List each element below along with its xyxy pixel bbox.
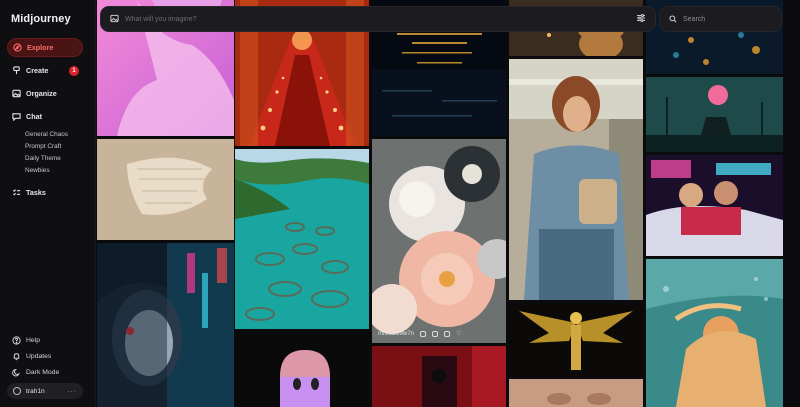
settings-sliders-icon[interactable] bbox=[636, 10, 646, 28]
sidebar: Midjourney Explore Create 1 Organize Cha… bbox=[0, 0, 96, 407]
moon-icon bbox=[12, 368, 21, 377]
sidebar-item-label: Create bbox=[26, 66, 49, 75]
sidebar-item-dark-mode[interactable]: Dark Mode bbox=[7, 364, 87, 380]
search-bar[interactable]: Search bbox=[660, 7, 781, 31]
prompt-bar[interactable]: What will you imagine? bbox=[101, 7, 655, 31]
sidebar-item-label: Updates bbox=[26, 352, 52, 360]
chat-channel-daily-theme[interactable]: Daily Theme bbox=[25, 153, 83, 165]
chat-channel-list: General Chaos Prompt Craft Daily Theme N… bbox=[25, 129, 83, 177]
search-icon bbox=[669, 10, 677, 28]
gallery-image-rider-sunset[interactable] bbox=[646, 77, 783, 152]
bell-icon bbox=[12, 352, 21, 361]
sidebar-item-updates[interactable]: Updates bbox=[7, 348, 87, 364]
gallery-image-red-hallway[interactable] bbox=[372, 346, 506, 407]
username: trah1n bbox=[26, 387, 45, 395]
image-icon bbox=[12, 89, 21, 98]
user-menu[interactable]: trah1n ··· bbox=[7, 383, 83, 399]
sidebar-item-chat[interactable]: Chat bbox=[7, 107, 83, 126]
gallery-image-aqua-farms[interactable] bbox=[235, 149, 369, 329]
chat-channel-general-chaos[interactable]: General Chaos bbox=[25, 129, 83, 141]
compass-icon bbox=[13, 43, 22, 52]
more-icon[interactable]: ··· bbox=[67, 388, 77, 395]
search-similar-icon[interactable] bbox=[444, 330, 451, 337]
gallery-image-cyborg-woman[interactable] bbox=[97, 243, 234, 407]
sidebar-item-label: Help bbox=[26, 336, 40, 344]
sidebar-item-label: Explore bbox=[27, 43, 54, 52]
chat-channel-prompt-craft[interactable]: Prompt Craft bbox=[25, 141, 83, 153]
gallery-image-face-closeup[interactable] bbox=[509, 379, 643, 407]
sidebar-bottom: Help Updates Dark Mode bbox=[7, 332, 87, 380]
app-logo[interactable]: Midjourney bbox=[11, 13, 71, 25]
gallery-image-paint-stroke[interactable] bbox=[97, 139, 234, 240]
sidebar-item-label: Dark Mode bbox=[26, 368, 60, 376]
sidebar-item-create[interactable]: Create 1 bbox=[7, 61, 83, 80]
explore-gallery: mlxkaxx9w7n ♡ bbox=[97, 0, 800, 407]
save-icon[interactable] bbox=[432, 330, 439, 337]
notification-badge: 1 bbox=[69, 66, 79, 76]
sidebar-nav: Explore Create 1 Organize Chat General C… bbox=[7, 38, 83, 206]
image-hover-overlay: mlxkaxx9w7n ♡ bbox=[378, 330, 461, 337]
brush-icon bbox=[12, 66, 21, 75]
open-icon[interactable] bbox=[420, 330, 427, 337]
gallery-image-ghost[interactable] bbox=[235, 332, 369, 407]
chat-channel-newbies[interactable]: Newbies bbox=[25, 165, 83, 177]
help-icon bbox=[12, 335, 21, 345]
sidebar-item-label: Tasks bbox=[26, 188, 46, 197]
tasks-icon bbox=[12, 188, 21, 197]
sidebar-item-label: Organize bbox=[26, 89, 57, 98]
like-icon[interactable]: ♡ bbox=[456, 330, 461, 337]
gallery-image-woman-train[interactable] bbox=[509, 59, 643, 300]
image-author[interactable]: mlxkaxx9w7n bbox=[378, 331, 414, 337]
sidebar-item-organize[interactable]: Organize bbox=[7, 84, 83, 103]
sidebar-item-explore[interactable]: Explore bbox=[7, 38, 83, 57]
avatar bbox=[13, 387, 21, 395]
image-upload-icon[interactable] bbox=[110, 10, 119, 28]
sidebar-item-tasks[interactable]: Tasks bbox=[7, 183, 83, 202]
prompt-input[interactable]: What will you imagine? bbox=[125, 16, 636, 23]
gallery-image-golden-winged[interactable] bbox=[509, 303, 643, 376]
search-input[interactable]: Search bbox=[683, 16, 705, 23]
gallery-image-neon-car[interactable] bbox=[646, 155, 783, 256]
sidebar-item-help[interactable]: Help bbox=[7, 332, 87, 348]
gallery-image-underwater[interactable] bbox=[646, 259, 783, 407]
gallery-image-flowers[interactable]: mlxkaxx9w7n ♡ bbox=[372, 139, 506, 343]
sidebar-item-label: Chat bbox=[26, 112, 42, 121]
chat-icon bbox=[12, 112, 21, 122]
